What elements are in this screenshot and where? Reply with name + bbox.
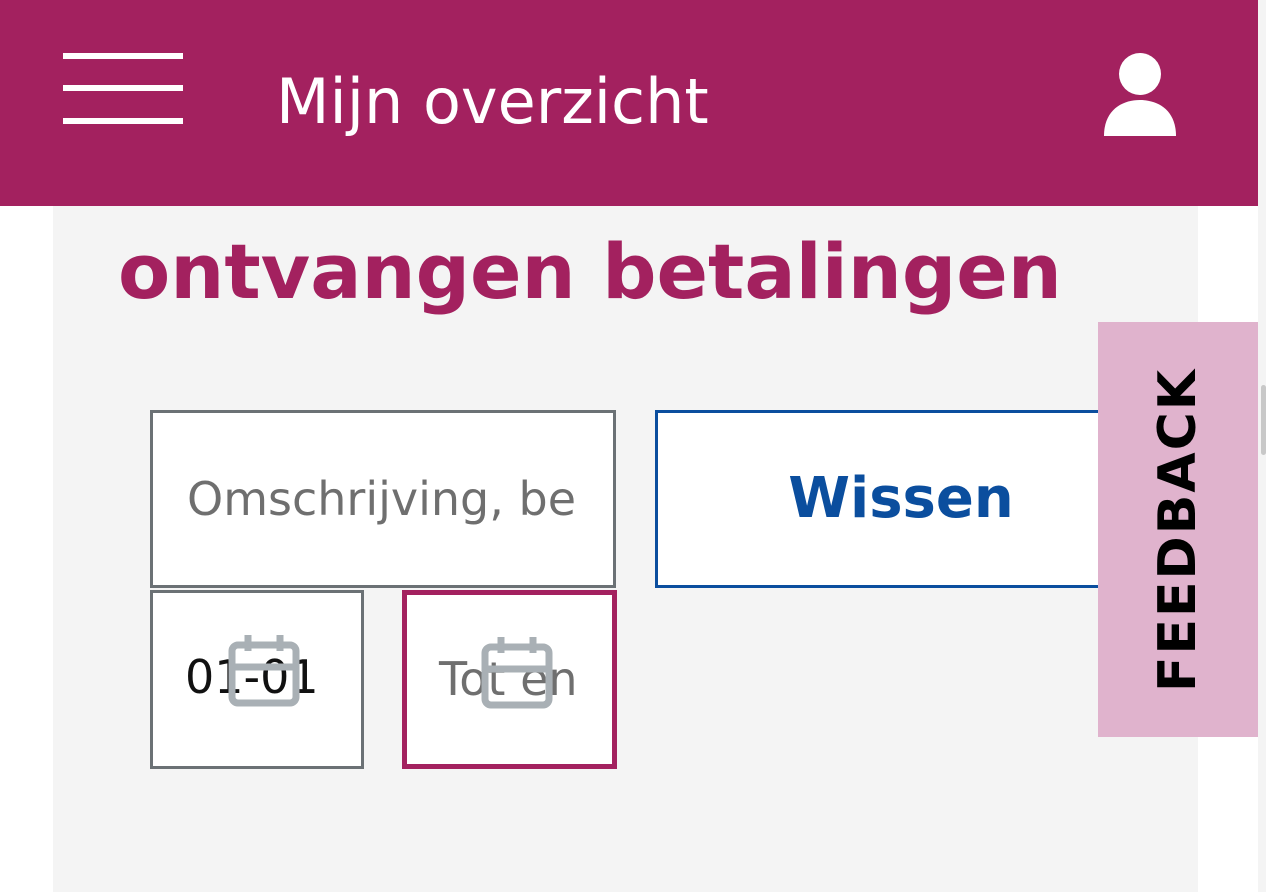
feedback-tab[interactable]: FEEDBACK bbox=[1098, 322, 1258, 737]
scrollbar-thumb[interactable] bbox=[1261, 385, 1266, 455]
date-from-field[interactable]: 01-01 bbox=[150, 590, 364, 769]
hamburger-line bbox=[63, 85, 183, 91]
app-header: Mijn overzicht bbox=[0, 0, 1258, 206]
section-heading: ontvangen betalingen bbox=[118, 227, 1062, 316]
hamburger-line bbox=[63, 118, 183, 124]
page-title: Mijn overzicht bbox=[276, 65, 709, 138]
search-input[interactable] bbox=[150, 410, 616, 588]
hamburger-menu-icon[interactable] bbox=[63, 53, 183, 125]
feedback-label: FEEDBACK bbox=[1148, 367, 1208, 693]
date-to-field[interactable]: Tot en bbox=[402, 590, 617, 769]
clear-button[interactable]: Wissen bbox=[655, 410, 1175, 588]
user-icon[interactable] bbox=[1098, 50, 1182, 142]
clear-button-label: Wissen bbox=[788, 466, 1014, 531]
hamburger-line bbox=[63, 53, 183, 59]
calendar-icon[interactable] bbox=[226, 631, 302, 707]
calendar-icon[interactable] bbox=[479, 633, 555, 709]
